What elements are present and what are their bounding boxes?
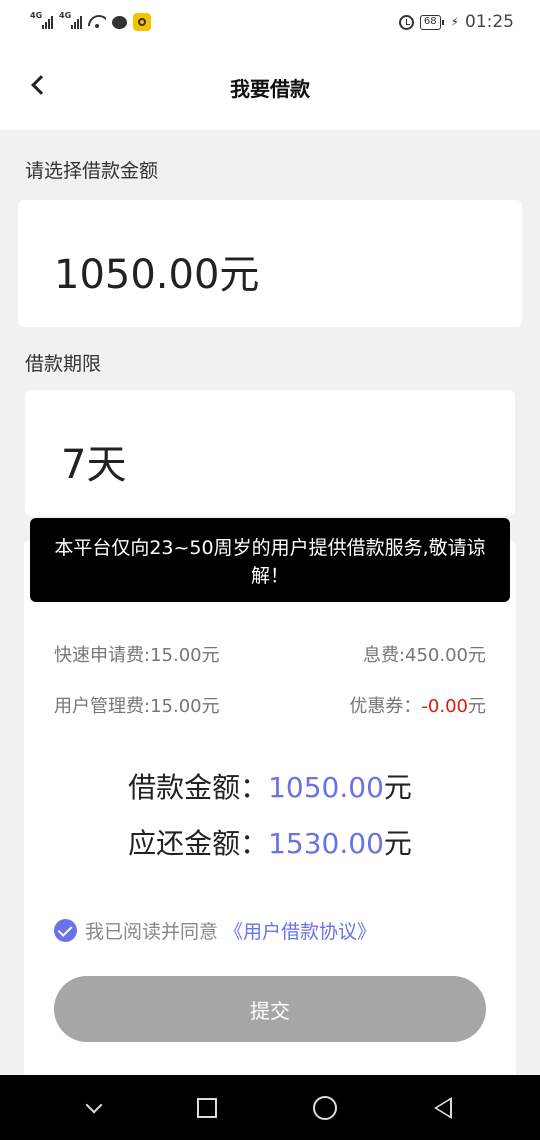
alarm-icon [398, 14, 414, 30]
system-nav-bar [0, 1075, 540, 1140]
repay-amount-total: 应还金额：1530.00元 [24, 822, 516, 862]
coupon: 优惠券：-0.00元 [349, 692, 486, 718]
coupon-unit: 元 [468, 696, 486, 717]
management-fee: 用户管理费:15.00元 [54, 696, 220, 717]
agreement-row: 我已阅读并同意 《用户借款协议》 [54, 917, 376, 944]
amount-label: 请选择借款金额 [25, 160, 159, 182]
network-type-2: 4G [59, 11, 72, 20]
term-card[interactable]: 7天 [25, 390, 515, 516]
toast-message: 本平台仅向23~50周岁的用户提供借款服务,敬请谅解！ [30, 518, 510, 602]
check-circle-icon[interactable] [54, 919, 77, 942]
battery-icon: 68 [419, 14, 444, 30]
back-arrow-icon[interactable] [31, 75, 51, 95]
navbar: 我要借款 [0, 44, 540, 130]
loan-total-value: 1050.00 [268, 771, 384, 804]
repay-total-value: 1530.00 [268, 827, 384, 860]
repay-total-unit: 元 [383, 827, 412, 860]
interest-fee: 息费:450.00元 [362, 645, 486, 666]
agreement-link[interactable]: 《用户借款协议》 [224, 917, 376, 944]
status-right: 68 ⚡ 01:25 [398, 12, 514, 32]
status-bar: 4G 4G 68 ⚡ 01:25 [0, 0, 540, 44]
submit-button[interactable]: 提交 [54, 976, 486, 1042]
charging-icon: ⚡ [450, 15, 459, 29]
page-title: 我要借款 [230, 76, 310, 101]
status-left: 4G 4G [30, 11, 151, 31]
quick-apply-fee: 快速申请费:15.00元 [54, 645, 220, 666]
details-card: 快速申请费:15.00元 息费:450.00元 用户管理费:15.00元 优惠券… [24, 540, 516, 1100]
agreement-text: 我已阅读并同意 [85, 921, 219, 943]
signal-icon-2: 4G [59, 11, 82, 29]
system-back-icon[interactable] [433, 1096, 452, 1119]
home-icon[interactable] [313, 1095, 338, 1120]
network-type-1: 4G [30, 11, 43, 20]
fee-row-2: 用户管理费:15.00元 优惠券：-0.00元 [54, 692, 486, 718]
loan-total-label: 借款金额： [128, 771, 269, 804]
chat-bubble-icon [112, 15, 127, 29]
repay-total-label: 应还金额： [128, 827, 269, 860]
wifi-icon [88, 15, 106, 29]
signal-icon: 4G [30, 11, 53, 29]
chevron-down-icon[interactable] [85, 1096, 103, 1113]
loan-amount-total: 借款金额：1050.00元 [24, 766, 516, 806]
fee-row-1: 快速申请费:15.00元 息费:450.00元 [54, 641, 486, 667]
amount-card[interactable]: 1050.00元 [18, 200, 522, 327]
status-time: 01:25 [465, 12, 514, 32]
recent-apps-icon[interactable] [196, 1097, 217, 1118]
coupon-label: 优惠券： [349, 696, 422, 717]
loan-total-unit: 元 [383, 771, 412, 804]
coupon-value: -0.00 [421, 696, 468, 717]
loan-term-value: 7天 [61, 442, 127, 488]
loan-amount-value: 1050.00元 [54, 252, 260, 298]
app-notification-icon [133, 13, 151, 31]
term-label: 借款期限 [25, 353, 102, 375]
